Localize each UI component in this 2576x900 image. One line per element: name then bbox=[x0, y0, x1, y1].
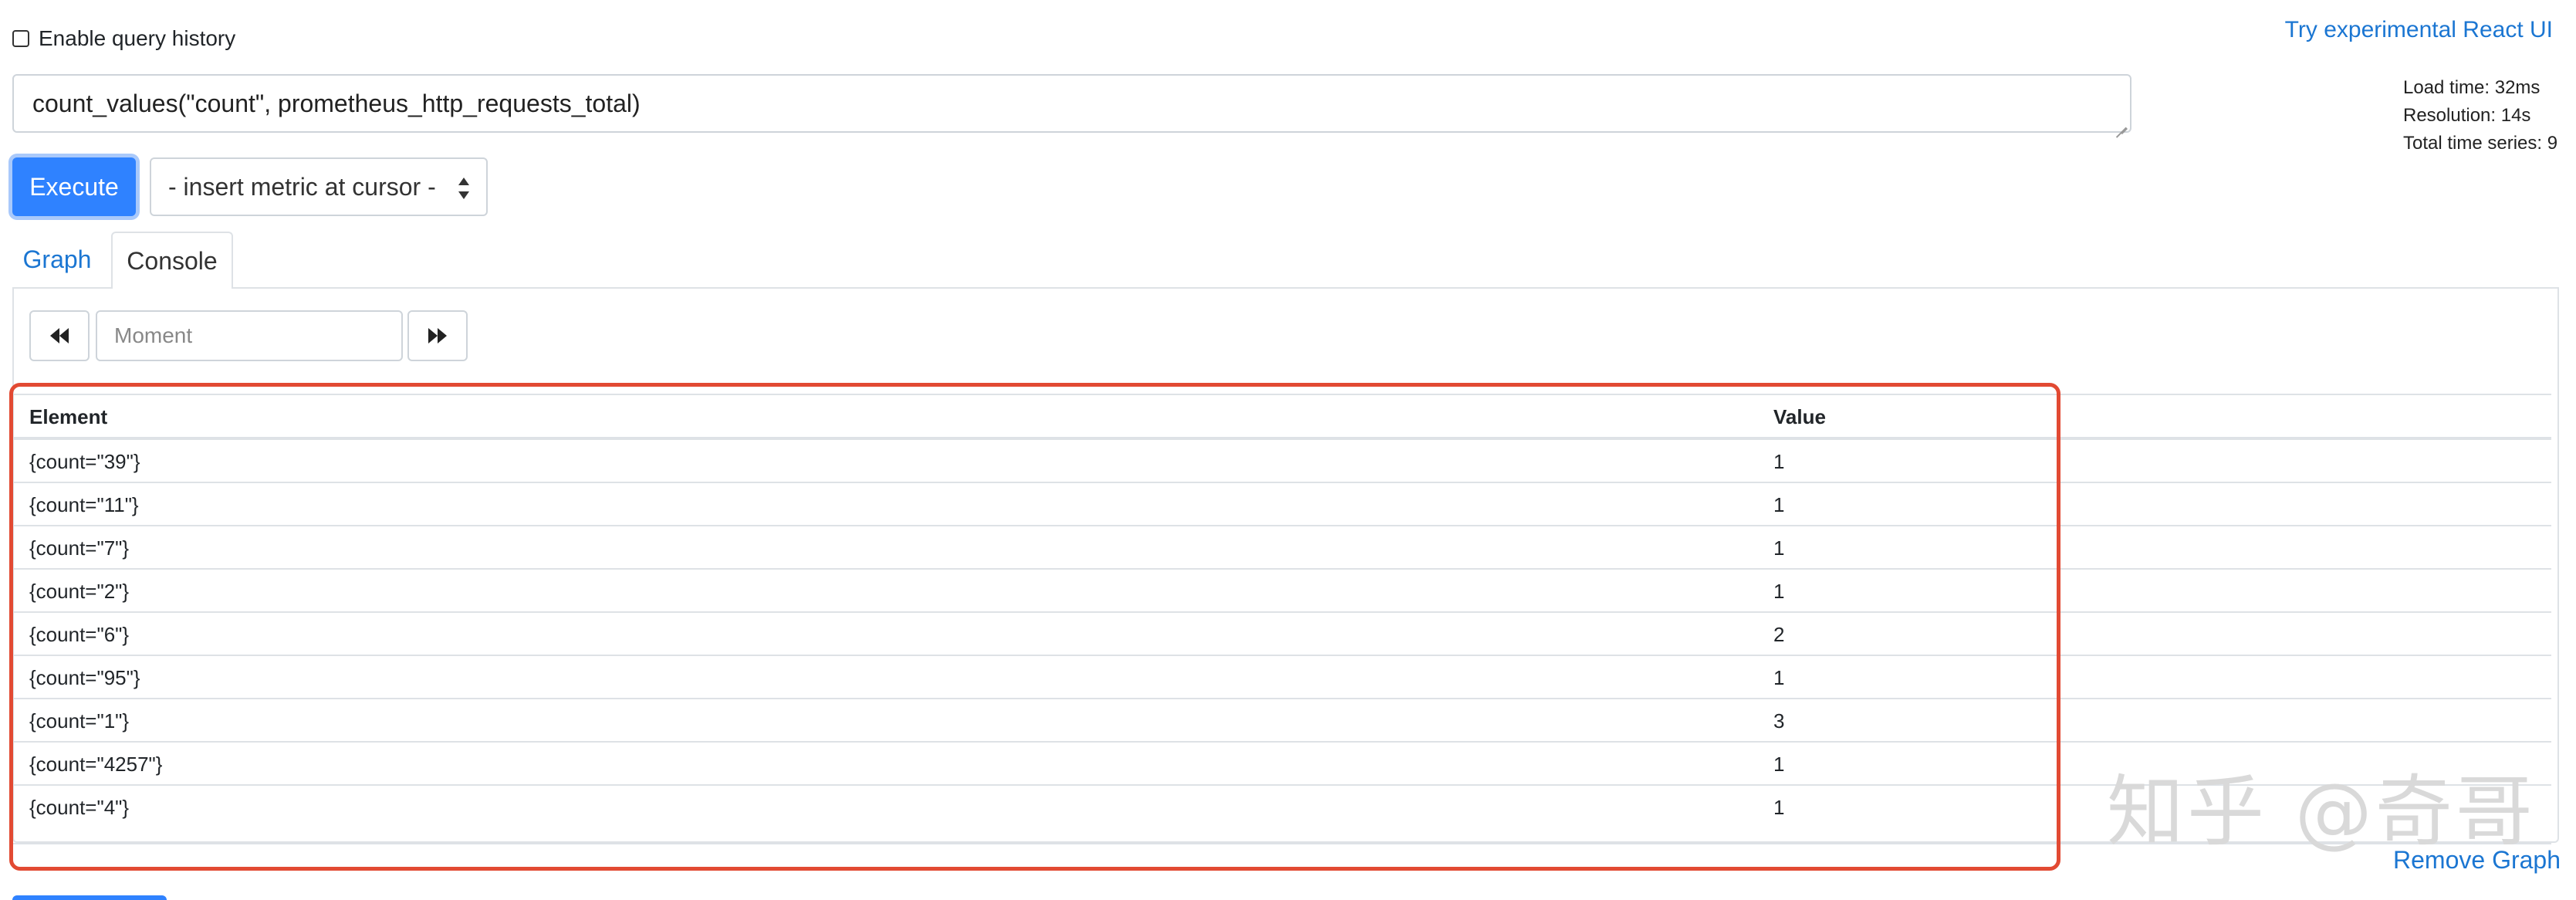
try-react-ui-link[interactable]: Try experimental React UI bbox=[2285, 17, 2553, 43]
row-value: 1 bbox=[1773, 796, 1785, 819]
insert-metric-select-value: - insert metric at cursor - bbox=[168, 172, 436, 201]
row-element: {count="39"} bbox=[29, 450, 140, 473]
moment-placeholder: Moment bbox=[114, 323, 193, 347]
load-time: Load time: 32ms bbox=[2403, 77, 2541, 98]
table-row: {count="1"} 3 bbox=[12, 698, 2551, 741]
select-arrows-icon bbox=[458, 178, 469, 199]
table-row: {count="95"} 1 bbox=[12, 655, 2551, 698]
total-time-series: Total time series: 9 bbox=[2403, 133, 2558, 154]
header-value: Value bbox=[1773, 405, 1826, 428]
row-element: {count="7"} bbox=[29, 536, 130, 560]
execute-button[interactable]: Execute bbox=[12, 157, 136, 216]
query-history-toggle[interactable]: Enable query history bbox=[12, 26, 235, 51]
row-value: 1 bbox=[1773, 753, 1785, 776]
query-stats: Load time: 32ms Resolution: 14s Total ti… bbox=[2403, 74, 2557, 157]
watermark: 知乎 @奇哥 bbox=[2107, 766, 2536, 857]
row-element: {count="6"} bbox=[29, 623, 130, 646]
table-row: {count="7"} 1 bbox=[12, 525, 2551, 568]
row-value: 1 bbox=[1773, 450, 1785, 473]
row-value: 1 bbox=[1773, 493, 1785, 516]
header-element: Element bbox=[29, 405, 108, 428]
resolution: Resolution: 14s bbox=[2403, 105, 2531, 126]
moment-back-button[interactable] bbox=[29, 310, 90, 361]
next-execute-button-partial[interactable] bbox=[12, 895, 167, 900]
table-row: {count="6"} 2 bbox=[12, 611, 2551, 655]
row-element: {count="11"} bbox=[29, 493, 139, 516]
row-value: 1 bbox=[1773, 536, 1785, 560]
query-history-checkbox[interactable] bbox=[12, 30, 29, 47]
resize-handle-icon[interactable] bbox=[2115, 116, 2127, 128]
row-element: {count="95"} bbox=[29, 666, 140, 689]
insert-metric-select[interactable]: - insert metric at cursor - bbox=[150, 157, 488, 216]
fast-backward-icon bbox=[50, 328, 69, 343]
fast-forward-icon bbox=[428, 328, 447, 343]
row-element: {count="1"} bbox=[29, 709, 130, 733]
row-value: 2 bbox=[1773, 623, 1785, 646]
moment-input[interactable]: Moment bbox=[96, 310, 403, 361]
table-row: {count="39"} 1 bbox=[12, 438, 2551, 482]
table-row: {count="2"} 1 bbox=[12, 568, 2551, 611]
expression-text: count_values("count", prometheus_http_re… bbox=[32, 90, 641, 117]
row-value: 1 bbox=[1773, 580, 1785, 603]
row-element: {count="4"} bbox=[29, 796, 130, 819]
row-element: {count="4257"} bbox=[29, 753, 163, 776]
row-element: {count="2"} bbox=[29, 580, 130, 603]
tab-console[interactable]: Console bbox=[111, 232, 233, 289]
moment-forward-button[interactable] bbox=[407, 310, 468, 361]
query-history-label: Enable query history bbox=[39, 26, 236, 50]
table-row: {count="11"} 1 bbox=[12, 482, 2551, 525]
tab-graph[interactable]: Graph bbox=[14, 233, 100, 286]
row-value: 1 bbox=[1773, 666, 1785, 689]
table-header-row: Element Value bbox=[12, 394, 2551, 438]
expression-input[interactable]: count_values("count", prometheus_http_re… bbox=[12, 74, 2131, 133]
row-value: 3 bbox=[1773, 709, 1785, 733]
